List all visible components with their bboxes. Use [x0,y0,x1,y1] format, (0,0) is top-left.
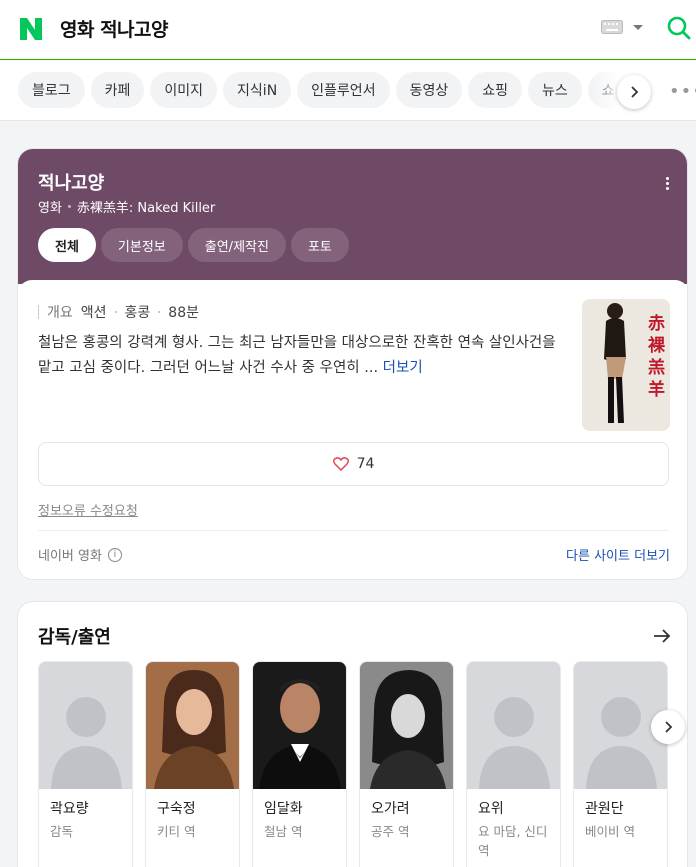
kebab-menu-icon[interactable] [666,177,670,191]
cast-photo-placeholder [467,662,560,789]
tab-video[interactable]: 동영상 [395,72,463,108]
movie-original-title: 赤裸羔羊: Naked Killer [76,201,216,216]
source-text: 네이버 영화 [38,549,102,564]
movie-subtitle: 영화 赤裸羔羊: Naked Killer [38,197,215,216]
movie-poster[interactable]: 赤裸羔羊 [582,299,670,431]
movie-tab-cast-crew[interactable]: 출연/제작진 [187,228,286,262]
heart-icon [332,457,349,471]
synopsis-more-link[interactable]: 더보기 [383,360,423,376]
report-error-link[interactable]: 정보오류 수정요청 [38,500,138,519]
divider [38,530,669,531]
cast-name: 오가려 [371,801,410,817]
cast-item[interactable]: 구숙정 키티 역 [145,661,240,867]
cast-item[interactable]: 오가려 공주 역 [359,661,454,867]
meta-genre: 액션 [80,305,107,321]
cast-photo [146,662,239,789]
cast-item[interactable]: 임달화 철남 역 [252,661,347,867]
keyboard-icon[interactable] [601,20,623,34]
cast-item[interactable]: 곽요량 감독 [38,661,133,867]
cast-item[interactable]: 요위 요 마담, 신디 역 [466,661,561,867]
cast-name: 요위 [478,801,504,817]
cast-role: 공주 역 [371,824,410,839]
other-sites-link[interactable]: 다른 사이트 더보기 [566,545,670,564]
cast-item[interactable]: 관원단 베이비 역 [573,661,668,867]
cast-section-title[interactable]: 감독/출연 [38,623,111,649]
movie-synopsis: 철남은 홍콩의 강력계 형사. 그는 최근 남자들만을 대상으로한 잔혹한 연속… [38,331,568,381]
tab-kin[interactable]: 지식iN [223,72,292,108]
search-tab-bar: 블로그 카페 이미지 지식iN 인플루언서 동영상 쇼핑 뉴스 쇼 [0,61,696,121]
synopsis-text: 철남은 홍콩의 강력계 형사. 그는 최근 남자들만을 대상으로한 잔혹한 연속… [38,335,556,376]
cast-role: 키티 역 [157,824,196,839]
tab-cafe[interactable]: 카페 [90,72,145,108]
naver-logo-icon[interactable] [18,16,44,42]
poster-title-text: 赤裸羔羊 [648,314,665,400]
cast-photo [360,662,453,789]
chevron-right-icon [631,86,639,98]
movie-meta: 개요 액션 홍콩 88분 [38,302,199,322]
movie-title[interactable]: 적나고양 [38,169,104,195]
meta-country: 홍콩 [124,305,151,321]
search-header: 영화 적나고양 [0,0,696,60]
source-label: 네이버 영화 i [38,545,122,564]
tab-news[interactable]: 뉴스 [527,72,582,108]
movie-body: 개요 액션 홍콩 88분 철남은 홍콩의 강력계 형사. 그는 최근 남자들만을… [18,280,687,579]
cast-role: 철남 역 [264,824,303,839]
search-query-text[interactable]: 영화 적나고양 [60,15,169,42]
tab-list: 블로그 카페 이미지 지식iN 인플루언서 동영상 쇼핑 뉴스 쇼 [18,72,629,108]
meta-sep [158,311,161,313]
movie-tab-basic-info[interactable]: 기본정보 [100,228,183,262]
arrow-right-icon[interactable] [652,628,672,644]
tab-scroll-next-button[interactable] [617,75,651,109]
cast-scroll-next-button[interactable] [651,710,685,744]
chevron-right-icon [665,721,673,733]
cast-name: 관원단 [585,801,624,817]
movie-tab-list: 전체 기본정보 출연/제작진 포토 [38,228,349,262]
cast-role: 감독 [50,824,74,839]
tab-blog[interactable]: 블로그 [18,72,85,108]
cast-list: 곽요량 감독 구숙정 키티 역 임달화 철남 역 오가려 공주 역 요위 요 마… [38,661,668,867]
movie-info-card: 적나고양 영화 赤裸羔羊: Naked Killer 전체 기본정보 출연/제작… [17,148,688,580]
info-icon[interactable]: i [107,547,122,562]
meta-runtime: 88분 [168,305,199,321]
chevron-down-icon[interactable] [633,25,643,30]
cast-name: 구숙정 [157,801,196,817]
movie-tab-photo[interactable]: 포토 [290,228,349,262]
cast-name: 곽요량 [50,801,89,817]
like-count: 74 [356,456,375,472]
separator-dot [67,205,71,208]
cast-photo-placeholder [39,662,132,789]
tab-image[interactable]: 이미지 [150,72,218,108]
more-dots-icon[interactable]: ••• [669,81,696,102]
cast-role: 요 마담, 신디 역 [478,824,548,858]
movie-tab-all[interactable]: 전체 [38,228,96,262]
tab-influencer[interactable]: 인플루언서 [297,72,390,108]
movie-category: 영화 [38,201,62,216]
search-icon[interactable] [666,15,692,41]
meta-bar [38,305,39,319]
meta-sep [114,311,117,313]
like-button[interactable]: 74 [38,442,669,486]
cast-photo [253,662,346,789]
meta-overview-label: 개요 [47,305,73,321]
movie-header: 적나고양 영화 赤裸羔羊: Naked Killer 전체 기본정보 출연/제작… [18,149,687,284]
tab-shopping[interactable]: 쇼핑 [468,72,522,108]
cast-name: 임달화 [264,801,303,817]
cast-role: 베이비 역 [585,824,635,839]
cast-card: 감독/출연 곽요량 감독 구숙정 키티 역 임달화 철남 역 오가려 공주 역 … [17,601,688,867]
